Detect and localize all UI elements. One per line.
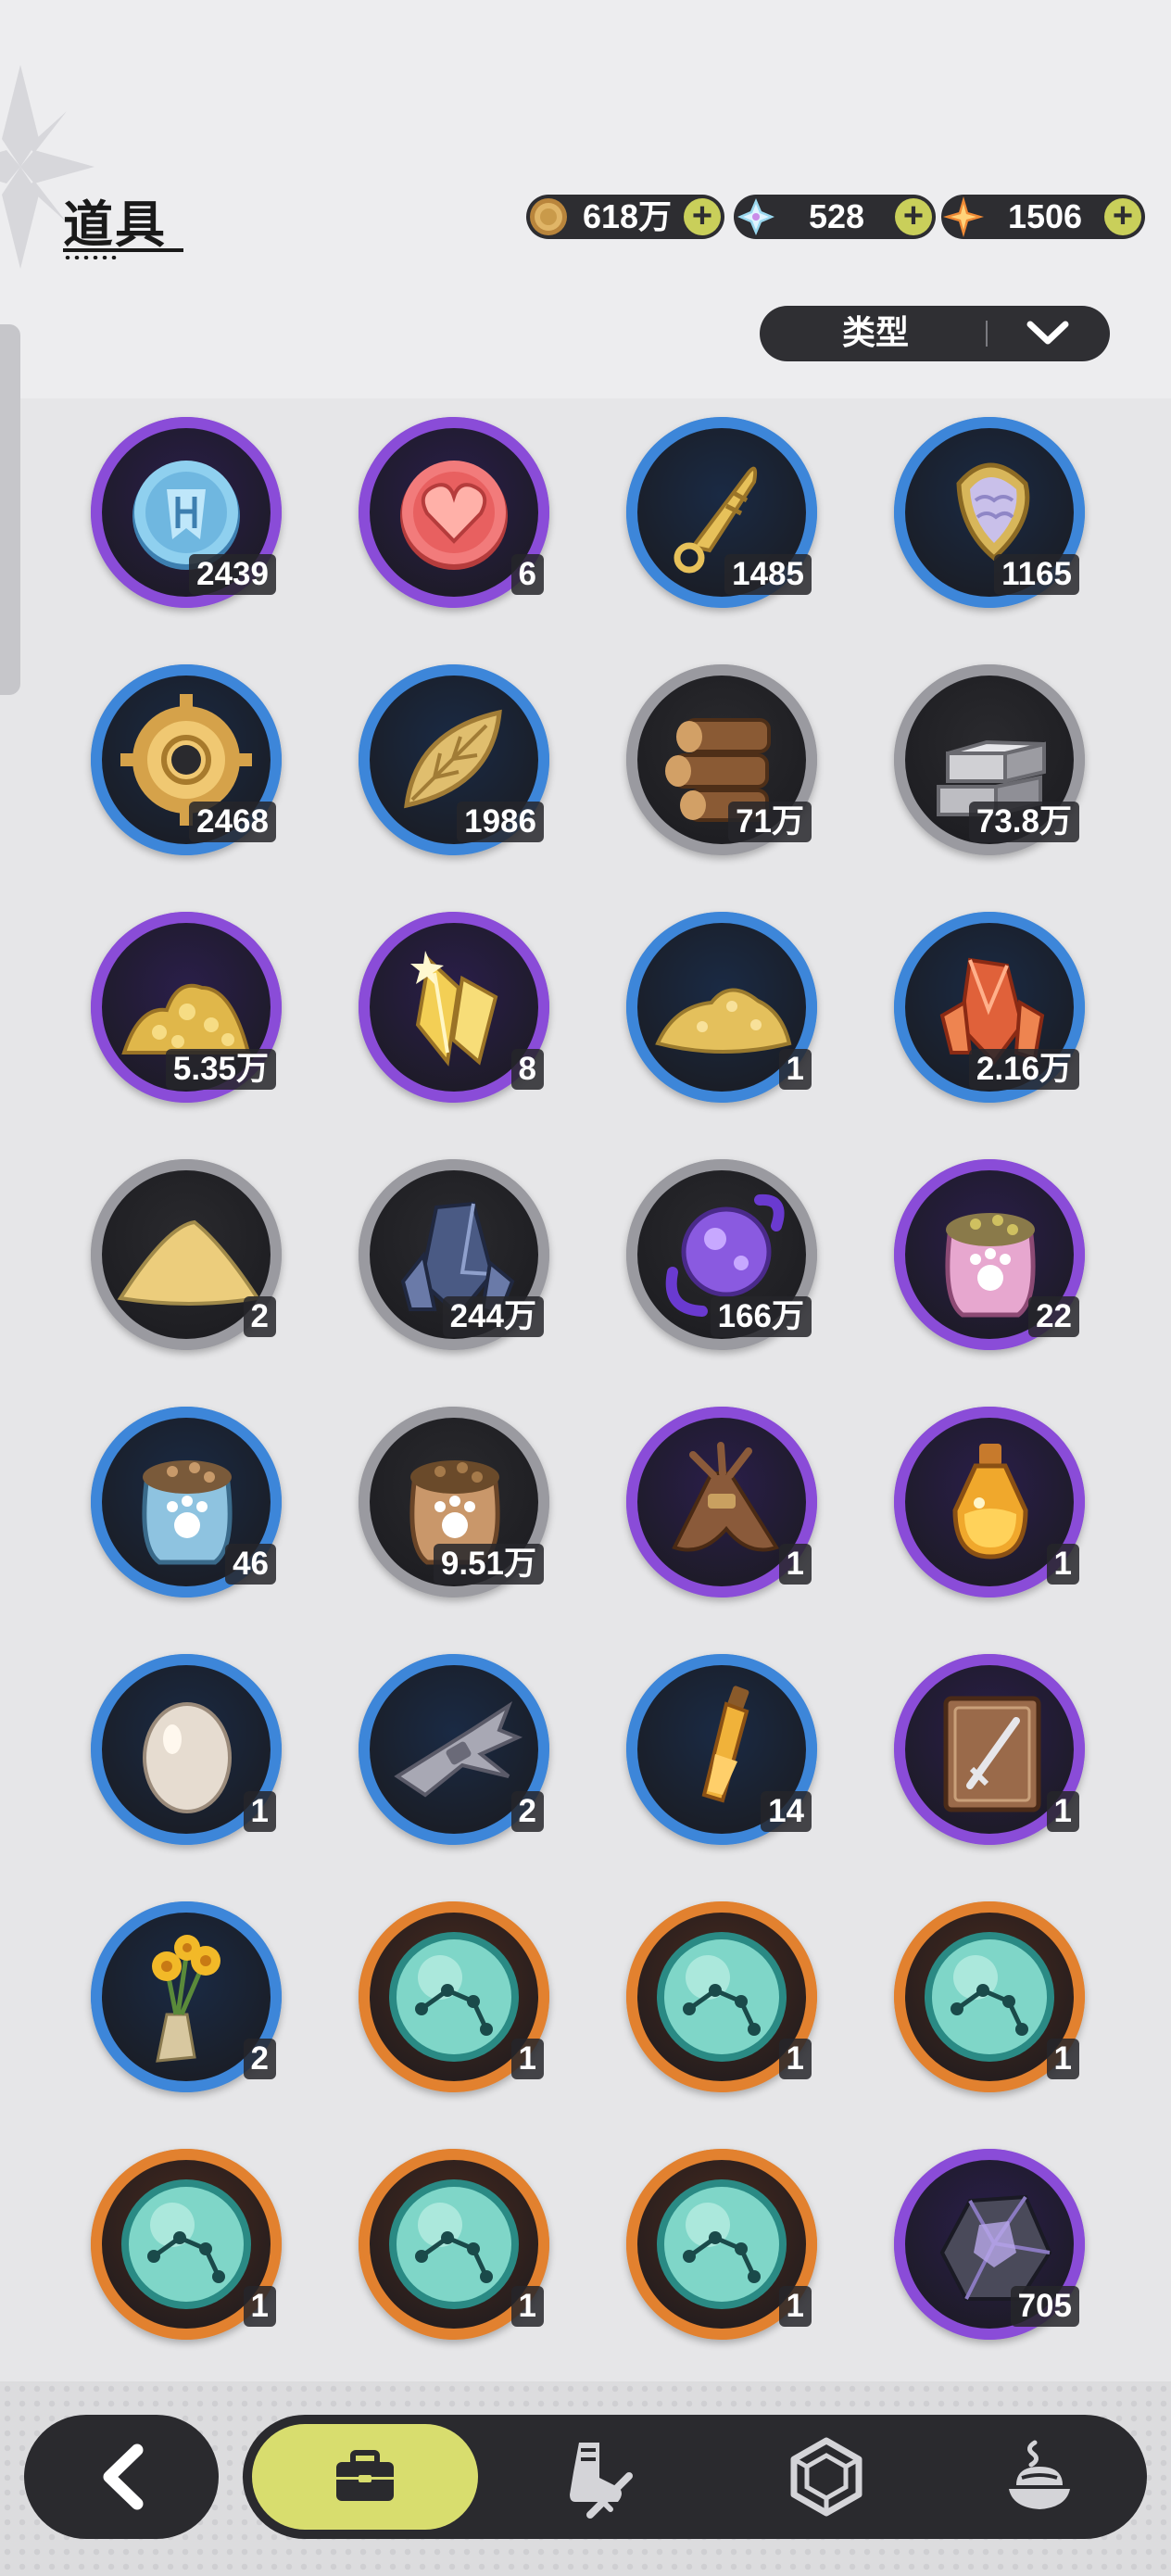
inventory-item[interactable]: 1 — [626, 2149, 817, 2340]
add-currency-button[interactable]: + — [1104, 198, 1141, 235]
inventory-item[interactable]: 6 — [359, 417, 549, 608]
item-quantity: 1485 — [724, 554, 812, 595]
currency-crystal: 528 + — [734, 195, 936, 239]
hexagon-gem-icon — [790, 2437, 863, 2517]
item-quantity: 1986 — [457, 802, 544, 842]
item-grid: 2439 6 1485 1165 2468 1986 71万 73.8万 5.35万 8 1 2.16… — [0, 398, 1171, 2381]
back-button[interactable] — [24, 2415, 219, 2539]
inventory-item[interactable]: 8 — [359, 912, 549, 1103]
inventory-item[interactable]: 9.51万 — [359, 1407, 549, 1597]
inventory-item[interactable]: 2 — [359, 1654, 549, 1845]
filter-divider — [986, 321, 988, 347]
add-currency-button[interactable]: + — [895, 198, 932, 235]
boot-sword-icon — [570, 2443, 633, 2519]
inventory-item[interactable]: 5.35万 — [91, 912, 282, 1103]
item-quantity: 73.8万 — [968, 802, 1079, 842]
chevron-down-icon — [1026, 321, 1069, 345]
inventory-item[interactable]: 73.8万 — [894, 664, 1085, 855]
briefcase-icon — [336, 2450, 394, 2501]
inventory-item[interactable]: 1 — [626, 912, 817, 1103]
currency-value: 528 — [808, 197, 865, 235]
currency-value: 618万 — [582, 197, 673, 235]
item-quantity: 2 — [510, 1791, 544, 1832]
item-quantity: 2.16万 — [968, 1049, 1079, 1090]
item-quantity: 1 — [1046, 1791, 1079, 1832]
item-quantity: 2 — [243, 1296, 276, 1337]
star-shard-icon — [943, 196, 984, 237]
item-quantity: 2439 — [189, 554, 276, 595]
item-quantity: 5.35万 — [165, 1049, 276, 1090]
item-quantity: 1 — [1046, 2039, 1079, 2079]
item-quantity: 71万 — [728, 802, 812, 842]
item-quantity: 705 — [1010, 2286, 1079, 2327]
gold-coin-icon — [528, 196, 569, 237]
item-quantity: 1 — [510, 2039, 544, 2079]
inventory-item[interactable]: 22 — [894, 1159, 1085, 1350]
title-underline — [63, 248, 183, 252]
bottom-nav — [243, 2415, 1147, 2539]
inventory-item[interactable]: 1 — [359, 2149, 549, 2340]
inventory-item[interactable]: 2439 — [91, 417, 282, 608]
nav-tab-food[interactable] — [993, 2431, 1086, 2523]
inventory-item[interactable]: 244万 — [359, 1159, 549, 1350]
food-dish-icon — [1009, 2440, 1070, 2509]
inventory-item[interactable]: 1485 — [626, 417, 817, 608]
inventory-item[interactable]: 1 — [626, 1407, 817, 1597]
item-quantity: 244万 — [442, 1296, 544, 1337]
inventory-item[interactable]: 1 — [626, 1901, 817, 2092]
item-quantity: 46 — [225, 1544, 276, 1585]
inventory-item[interactable]: 1 — [894, 1901, 1085, 2092]
currency-gold: 618万 + — [526, 195, 724, 239]
item-quantity: 1 — [778, 2039, 812, 2079]
inventory-item[interactable]: 1165 — [894, 417, 1085, 608]
inventory-item[interactable]: 1 — [894, 1407, 1085, 1597]
item-quantity: 1 — [778, 1544, 812, 1585]
inventory-item[interactable]: 71万 — [626, 664, 817, 855]
inventory-item[interactable]: 2468 — [91, 664, 282, 855]
item-quantity: 1 — [510, 2286, 544, 2327]
item-quantity: 166万 — [710, 1296, 812, 1337]
filter-label: 类型 — [841, 314, 909, 352]
crystal-icon — [736, 196, 776, 237]
item-quantity: 1 — [778, 1049, 812, 1090]
item-quantity: 1 — [243, 2286, 276, 2327]
inventory-item[interactable]: 2.16万 — [894, 912, 1085, 1103]
inventory-item[interactable]: 14 — [626, 1654, 817, 1845]
inventory-item[interactable]: 2 — [91, 1159, 282, 1350]
add-currency-button[interactable]: + — [684, 198, 721, 235]
inventory-item[interactable]: 1 — [894, 1654, 1085, 1845]
nav-tab-items[interactable] — [252, 2424, 478, 2530]
item-quantity: 9.51万 — [433, 1544, 544, 1585]
inventory-item[interactable]: 46 — [91, 1407, 282, 1597]
item-quantity: 1 — [243, 1791, 276, 1832]
header: 道具 618万 + 528 + 1506 + 类型 — [0, 0, 1171, 398]
item-quantity: 2468 — [189, 802, 276, 842]
inventory-item[interactable]: 1986 — [359, 664, 549, 855]
title-dots — [63, 256, 119, 259]
type-filter-dropdown[interactable]: 类型 — [760, 306, 1110, 361]
item-quantity: 6 — [510, 554, 544, 595]
item-quantity: 8 — [510, 1049, 544, 1090]
item-quantity: 1165 — [994, 554, 1079, 595]
inventory-item[interactable]: 2 — [91, 1901, 282, 2092]
inventory-item[interactable]: 166万 — [626, 1159, 817, 1350]
page-title: 道具 — [63, 196, 167, 254]
nav-tab-equipment[interactable] — [548, 2431, 641, 2523]
back-arrow-icon — [103, 2443, 144, 2510]
item-quantity: 14 — [761, 1791, 812, 1832]
item-quantity: 1 — [778, 2286, 812, 2327]
item-quantity: 22 — [1028, 1296, 1079, 1337]
currency-star: 1506 + — [941, 195, 1145, 239]
item-quantity: 1 — [1046, 1544, 1079, 1585]
currency-value: 1506 — [1007, 197, 1083, 235]
item-quantity: 2 — [243, 2039, 276, 2079]
inventory-item[interactable]: 705 — [894, 2149, 1085, 2340]
inventory-item[interactable]: 1 — [91, 2149, 282, 2340]
nav-tab-gems[interactable] — [780, 2431, 873, 2523]
inventory-item[interactable]: 1 — [359, 1901, 549, 2092]
inventory-item[interactable]: 1 — [91, 1654, 282, 1845]
